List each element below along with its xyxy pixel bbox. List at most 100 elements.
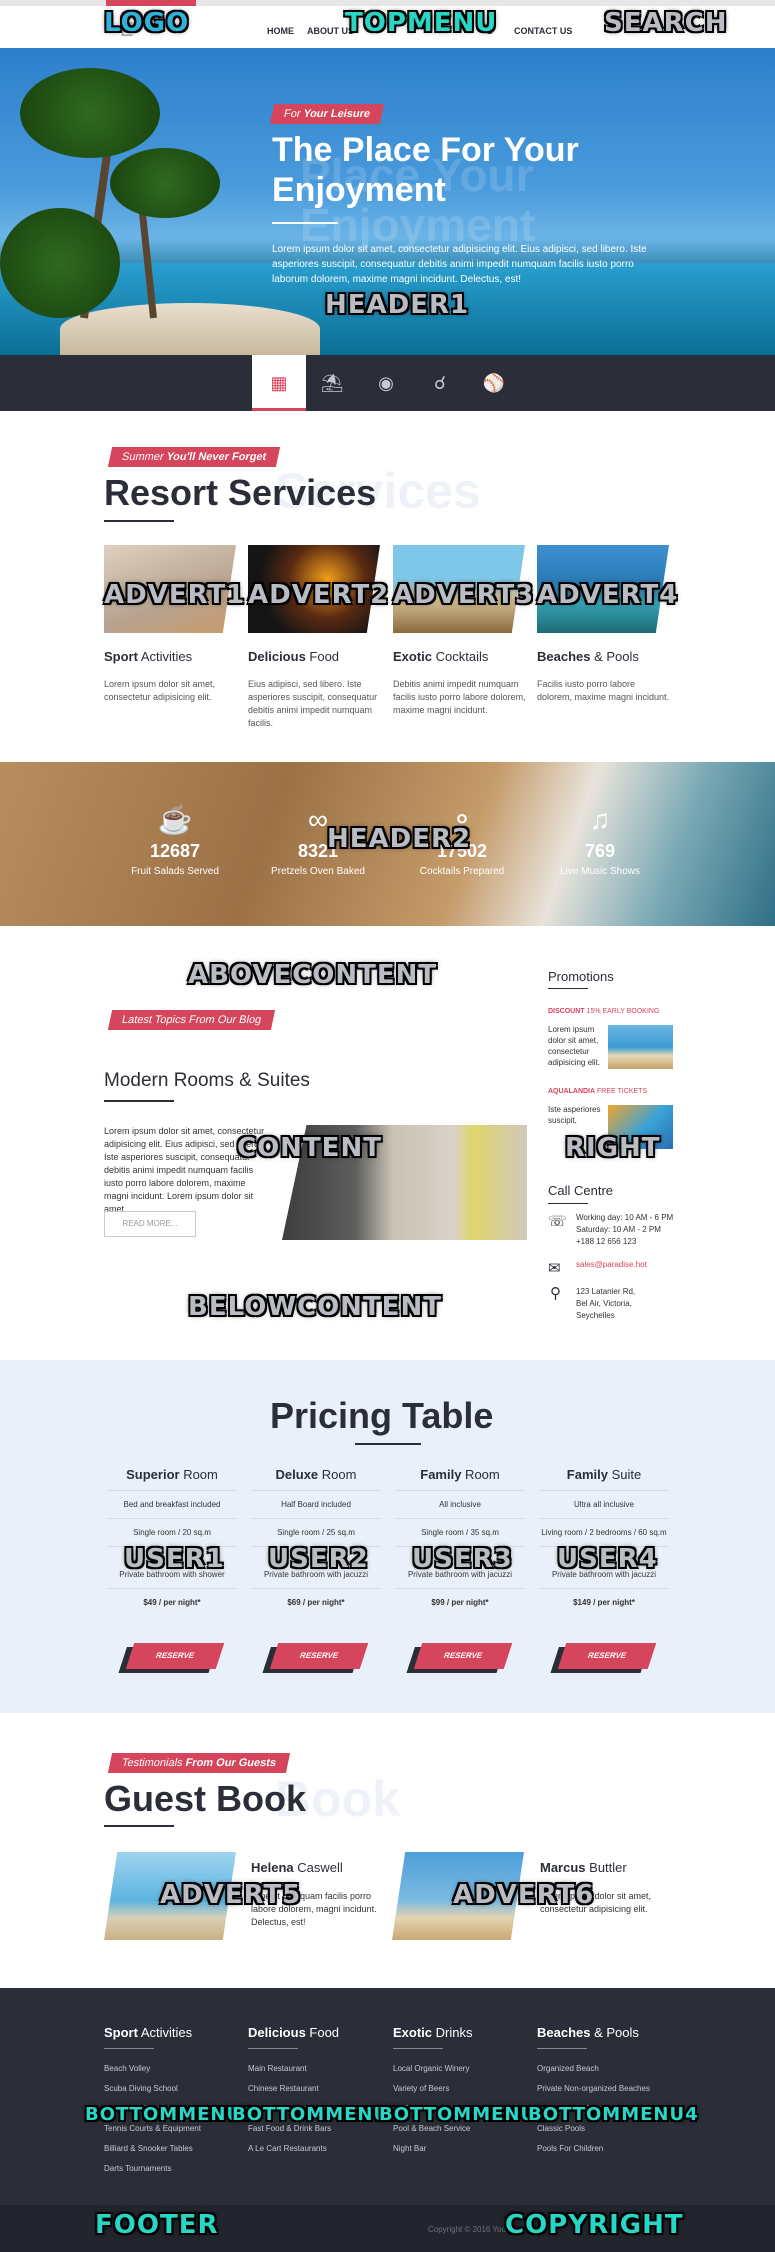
position-copyright: COPYRIGHT xyxy=(505,2210,684,2240)
plan-title-rest: Room xyxy=(461,1467,500,1482)
position-content: CONTENT xyxy=(237,1133,382,1163)
nav-contact-us[interactable]: CONTACT US xyxy=(514,26,572,36)
position-bottommenu3: BOTTOMMENU3 xyxy=(379,2104,550,2125)
card-title-bold: Beaches xyxy=(537,649,591,664)
footer-link[interactable]: Main Restaurant xyxy=(248,2059,388,2079)
plan-feature: Single room / 20 sq.m xyxy=(133,1528,211,1537)
hero-underline xyxy=(272,222,338,224)
reserve-button[interactable]: RESERVE xyxy=(269,1643,369,1669)
footer-col-food: Delicious Food Main Restaurant Chinese R… xyxy=(248,2025,388,2159)
footer-link[interactable]: Local Organic Winery xyxy=(393,2059,533,2079)
position-bottommenu2: BOTTOMMENU2 xyxy=(232,2104,403,2125)
divider xyxy=(107,1490,237,1491)
card-title-rest: Cocktails xyxy=(432,649,489,664)
footer-col-drinks: Exotic Drinks Local Organic Winery Varie… xyxy=(393,2025,533,2159)
card-title: Sport Activities xyxy=(104,649,192,664)
footer-link[interactable]: Organized Beach xyxy=(537,2059,677,2079)
footer-link[interactable]: Darts Tournaments xyxy=(104,2159,244,2179)
position-topmenu: TOPMENU xyxy=(345,8,498,38)
title-underline xyxy=(355,1443,421,1445)
plan-title-rest: Room xyxy=(318,1467,357,1482)
plan-title: Superior Room xyxy=(107,1467,237,1482)
hero-tag-bold: Your Leisure xyxy=(302,108,372,120)
footer-link[interactable]: A Le Cart Restaurants xyxy=(248,2139,388,2159)
divider xyxy=(251,1588,381,1589)
position-search: SEARCH xyxy=(604,8,728,38)
footer-title-bold: Beaches xyxy=(537,2025,591,2040)
stat-live-music: ♫ 769 Live Music Shows xyxy=(525,805,675,878)
footer-link[interactable]: Variety of Beers xyxy=(393,2079,533,2099)
headset-icon: ☏ xyxy=(548,1213,567,1230)
position-belowcontent: BELOWCONTENT xyxy=(188,1292,442,1322)
reserve-button[interactable]: RESERVE xyxy=(557,1643,657,1669)
footer-link[interactable]: Night Bar xyxy=(393,2139,533,2159)
position-user3: USER3 xyxy=(412,1544,513,1574)
position-right: RIGHT xyxy=(565,1133,661,1163)
footer-link[interactable]: Billiard & Snooker Tables xyxy=(104,2139,244,2159)
plan-title: Family Suite xyxy=(539,1467,669,1482)
envelope-icon: ✉ xyxy=(548,1260,561,1277)
fruit-bowl-icon: ☕ xyxy=(157,804,193,835)
promo1-text: Lorem ipsum dolor sit amet, consectetur … xyxy=(548,1025,601,1067)
divider xyxy=(104,2048,154,2049)
volleyball-icon[interactable]: ⚾ xyxy=(482,371,506,395)
position-advert4: ADVERT4 xyxy=(537,580,679,610)
reserve-button[interactable]: RESERVE xyxy=(413,1643,513,1669)
plan-feature: Bed and breakfast included xyxy=(123,1500,221,1509)
divider xyxy=(395,1518,525,1519)
read-more-button[interactable]: READ MORE... xyxy=(104,1211,196,1237)
card-text: Facilis iusto porro labore dolorem, maxi… xyxy=(537,679,670,702)
hotel-icon[interactable]: ▦ xyxy=(267,371,291,395)
title-underline xyxy=(104,520,174,522)
footer-link[interactable]: Chinese Restaurant xyxy=(248,2079,388,2099)
email-link[interactable]: sales@paradise.hot xyxy=(576,1260,647,1269)
hero-text: Lorem ipsum dolor sit amet, consectetur … xyxy=(272,244,647,285)
card-title: Exotic Cocktails xyxy=(393,649,488,664)
guestbook-tag-bold: From Our Guests xyxy=(184,1757,278,1769)
copyright-text: Copyright © 2016 Your xyxy=(428,2225,509,2234)
position-bottommenu4: BOTTOMMENU4 xyxy=(528,2104,699,2125)
footer-title-bold: Sport xyxy=(104,2025,138,2040)
drinks-icon[interactable]: ☌ xyxy=(428,371,452,395)
diving-mask-icon[interactable]: ◉ xyxy=(374,371,398,395)
title-underline xyxy=(548,1203,588,1204)
plan-price: $69 / per night* xyxy=(287,1598,345,1607)
card-title: Delicious Food xyxy=(248,649,339,664)
footer-title-rest: Food xyxy=(305,2025,340,2040)
title-underline xyxy=(104,1825,174,1827)
footer-col-title: Delicious Food xyxy=(248,2025,388,2040)
guest-name: Marcus Buttler xyxy=(540,1860,627,1875)
amenities-icon-bar: ▦ ⛱ ◉ ☌ ⚾ xyxy=(0,355,775,411)
card-text: Lorem ipsum dolor sit amet, consectetur … xyxy=(104,679,216,702)
footer-title-rest: & Pools xyxy=(590,2025,639,2040)
divider xyxy=(539,1518,669,1519)
guestbook-tag-prefix: Testimonials xyxy=(120,1757,184,1769)
footer-col-title: Exotic Drinks xyxy=(393,2025,533,2040)
footer-link[interactable]: Scuba Diving School xyxy=(104,2079,244,2099)
beach-icon[interactable]: ⛱ xyxy=(320,371,344,395)
footer-link[interactable]: Beach Volley xyxy=(104,2059,244,2079)
footer-link[interactable]: Pools For Children xyxy=(537,2139,677,2159)
plan-feature: All inclusive xyxy=(439,1500,481,1509)
guest-name-rest: Caswell xyxy=(293,1860,343,1875)
position-advert3: ADVERT3 xyxy=(393,580,535,610)
stat-fruit-salads: ☕ 12687 Fruit Salads Served xyxy=(100,804,250,878)
footer-link[interactable]: Private Non-organized Beaches xyxy=(537,2079,677,2099)
card-title-rest: Food xyxy=(305,649,340,664)
footer-col-sport: Sport Activities Beach Volley Scuba Divi… xyxy=(104,2025,244,2179)
footer-title-bold: Delicious xyxy=(248,2025,306,2040)
divider xyxy=(395,1490,525,1491)
plan-deluxe-room: Deluxe Room Half Board included Single r… xyxy=(251,1467,381,1608)
position-advert5: ADVERT5 xyxy=(160,1880,302,1910)
plan-title: Family Room xyxy=(395,1467,525,1482)
guest-name-bold: Marcus xyxy=(540,1860,586,1875)
reserve-button[interactable]: RESERVE xyxy=(125,1643,225,1669)
guest-name: Helena Caswell xyxy=(251,1860,343,1875)
map-pin-icon: ⚲ xyxy=(550,1285,561,1302)
position-abovecontent: ABOVECONTENT xyxy=(188,960,438,990)
promo1-image[interactable] xyxy=(608,1025,673,1069)
position-user4: USER4 xyxy=(557,1544,658,1574)
footer-title-rest: Drinks xyxy=(432,2025,473,2040)
footer-title-bold: Exotic xyxy=(393,2025,433,2040)
nav-home[interactable]: HOME xyxy=(267,26,294,36)
